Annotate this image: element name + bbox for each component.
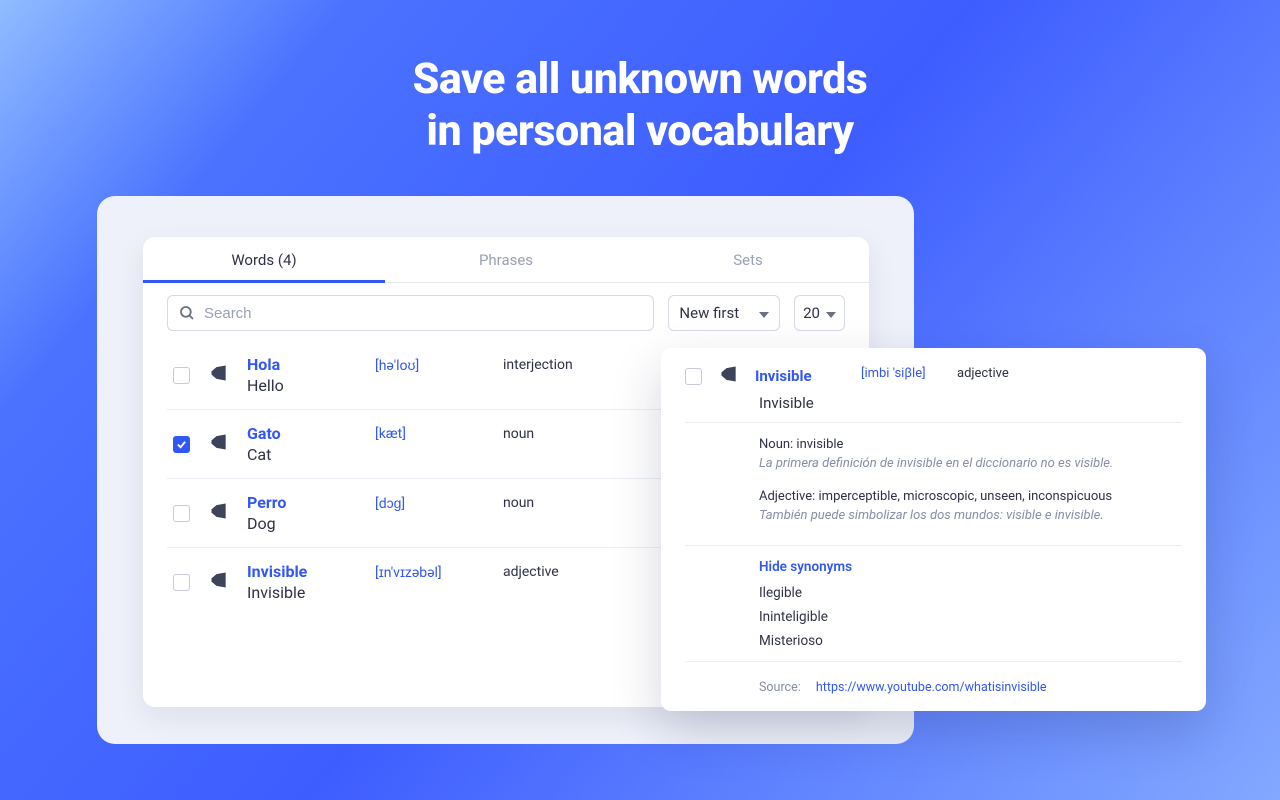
synonyms-block: Hide synonyms Ilegible Ininteligible Mis… xyxy=(661,546,1206,661)
phonetic: [kæt] xyxy=(375,426,495,442)
popover-header: Invisible [imbi 'siβle] adjective xyxy=(661,348,1206,394)
source-label: Source: xyxy=(759,680,801,695)
popover-pos: adjective xyxy=(957,366,1182,381)
translation: Cat xyxy=(247,445,367,464)
definitions: Noun: invisible La primera definición de… xyxy=(661,423,1206,545)
audio-icon[interactable] xyxy=(209,501,239,525)
audio-icon[interactable] xyxy=(209,363,239,387)
tab-words[interactable]: Words (4) xyxy=(143,237,385,282)
sort-label: New first xyxy=(679,304,739,322)
word: Hola xyxy=(247,355,367,374)
audio-icon[interactable] xyxy=(209,570,239,594)
synonym: Ilegible xyxy=(759,585,1182,601)
source-link[interactable]: https://www.youtube.com/whatisinvisible xyxy=(816,680,1047,695)
tab-sets[interactable]: Sets xyxy=(627,237,869,282)
hero-line-2: in personal vocabulary xyxy=(0,106,1280,158)
promo-background: Save all unknown words in personal vocab… xyxy=(0,0,1280,800)
page-size-select[interactable]: 20 xyxy=(794,295,845,331)
hero-title: Save all unknown words in personal vocab… xyxy=(0,54,1280,157)
search-input[interactable] xyxy=(204,305,643,322)
audio-icon[interactable] xyxy=(719,364,749,388)
hero-line-1: Save all unknown words xyxy=(0,54,1280,106)
row-checkbox[interactable] xyxy=(173,436,190,453)
tabs: Words (4) Phrases Sets xyxy=(143,237,869,283)
translation: Hello xyxy=(247,376,367,395)
tab-phrases[interactable]: Phrases xyxy=(385,237,627,282)
search-field[interactable] xyxy=(167,295,654,331)
hide-synonyms-link[interactable]: Hide synonyms xyxy=(759,559,852,575)
phonetic: [ɪn'vɪzəbəl] xyxy=(375,564,495,581)
definition-title: Noun: invisible xyxy=(759,437,1182,452)
synonym: Ininteligible xyxy=(759,609,1182,625)
row-checkbox[interactable] xyxy=(173,505,190,522)
source-row: Source: https://www.youtube.com/whatisin… xyxy=(661,662,1206,701)
definition-example: También puede simbolizar los dos mundos:… xyxy=(759,508,1182,523)
audio-icon[interactable] xyxy=(209,432,239,456)
synonym: Misterioso xyxy=(759,633,1182,649)
page-size-label: 20 xyxy=(803,304,820,322)
word: Perro xyxy=(247,493,367,512)
word: Invisible xyxy=(247,562,367,581)
popover-word: Invisible xyxy=(755,367,855,385)
row-checkbox[interactable] xyxy=(173,367,190,384)
chevron-down-icon xyxy=(826,304,836,322)
row-checkbox[interactable] xyxy=(685,368,702,385)
phonetic: [hə'loʊ] xyxy=(375,357,495,374)
sort-select[interactable]: New first xyxy=(668,295,780,331)
word-detail-popover: Invisible [imbi 'siβle] adjective Invisi… xyxy=(661,348,1206,711)
word: Gato xyxy=(247,424,367,443)
definition-title: Adjective: imperceptible, microscopic, u… xyxy=(759,489,1182,504)
translation: Dog xyxy=(247,514,367,533)
popover-translation: Invisible xyxy=(661,394,1206,422)
controls-row: New first 20 xyxy=(143,283,869,337)
definition-example: La primera definición de invisible en el… xyxy=(759,456,1182,471)
search-icon xyxy=(178,304,196,322)
translation: Invisible xyxy=(247,583,367,602)
phonetic: [dɔɡ] xyxy=(375,495,495,512)
popover-phonetic: [imbi 'siβle] xyxy=(861,366,951,381)
row-checkbox[interactable] xyxy=(173,574,190,591)
chevron-down-icon xyxy=(759,304,769,322)
